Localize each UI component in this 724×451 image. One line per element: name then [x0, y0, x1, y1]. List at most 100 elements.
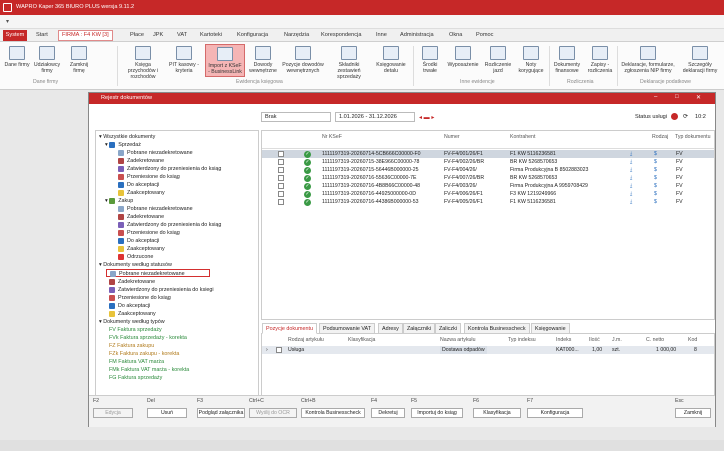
col-header-numer[interactable]: Numer: [444, 134, 460, 140]
dokumenty-finansowe-button[interactable]: Dokumenty finansowe: [551, 46, 583, 74]
udzialowcy-button[interactable]: Udziałowcy firmy: [33, 46, 61, 74]
table-row[interactable]: ✓ 1111197319-20260714-5CB666C00000-F0 FV-F…: [262, 150, 714, 158]
tab-zalaczniki[interactable]: Załączniki: [403, 323, 435, 334]
tree-item[interactable]: Przeniesione do ksiąg: [118, 173, 180, 181]
tree-item[interactable]: Przeniesione do ksiąg: [109, 294, 171, 302]
row-checkbox[interactable]: [278, 175, 284, 181]
tree-item[interactable]: Zatwierdzony do przeniesienia do ksiąg: [118, 221, 221, 229]
tree-item[interactable]: Pobrane niezadekretowane: [118, 205, 193, 213]
menu-administracja[interactable]: Administracja: [400, 32, 434, 38]
tree-statusy[interactable]: ▾ Dokumenty według statusów: [99, 261, 172, 269]
pozycje-dowodow-button[interactable]: Pozycje dowodów wewnętrznych: [281, 46, 325, 74]
wyposazenie-button[interactable]: Wyposażenie: [447, 46, 479, 68]
fkey-button[interactable]: Wyślij do OCR: [249, 408, 297, 418]
fkey-button[interactable]: Dekretuj: [371, 408, 405, 418]
tree-item-selected[interactable]: Pobrane niezadekretowane: [106, 269, 210, 277]
tree-item[interactable]: FMk Faktura VAT marża - korekta: [109, 366, 189, 374]
tree-item[interactable]: Pobrane niezadekretowane: [118, 149, 193, 157]
tree-zakup[interactable]: ▾ Zakup: [105, 197, 133, 205]
tree-typy[interactable]: ▾ Dokumenty według typów: [99, 318, 165, 326]
fkey-button[interactable]: Kontrola Businesscheck: [301, 408, 365, 418]
pos-header[interactable]: Ilość: [589, 337, 600, 343]
fkey-button[interactable]: Zamknij: [675, 408, 711, 418]
row-checkbox[interactable]: [278, 183, 284, 189]
maximize-icon[interactable]: □: [675, 94, 679, 100]
row-checkbox[interactable]: [278, 151, 284, 157]
tree-item[interactable]: Przeniesione do ksiąg: [118, 229, 180, 237]
fkey-button[interactable]: Klasyfikacja: [473, 408, 521, 418]
period-select[interactable]: 1.01.2026 - 31.12.2026: [335, 112, 415, 122]
tree-item[interactable]: FV Faktura sprzedaży: [109, 326, 162, 334]
tree-item[interactable]: FG Faktura sprzedaży: [109, 374, 162, 382]
skladniki-zestawien-button[interactable]: Składniki zestawień sprzedaży: [328, 46, 370, 80]
tree-item[interactable]: Zatwierdzony do przeniesienia do ksiąg: [118, 165, 221, 173]
tree-item[interactable]: Do akceptacji: [109, 302, 150, 310]
row-checkbox[interactable]: [278, 159, 284, 165]
dane-firmy-button[interactable]: Dane firmy: [4, 46, 30, 68]
tree-item[interactable]: FVk Faktura sprzedaży - korekta: [109, 334, 187, 342]
tree-item[interactable]: FZ Faktura zakupu: [109, 342, 154, 350]
filter-select[interactable]: Brak: [261, 112, 331, 122]
row-checkbox[interactable]: [276, 347, 282, 353]
col-header-kontrahent[interactable]: Kontrahent: [510, 134, 535, 140]
tab-zaliczki[interactable]: Zaliczki: [435, 323, 461, 334]
table-row[interactable]: ✓ 1111197319-20260716-44386B000000-53 FV-F…: [262, 198, 714, 206]
pit-kasowy-button[interactable]: PIT kasowy - kryteria: [166, 46, 202, 74]
pos-header[interactable]: Klasyfikacja: [348, 337, 375, 343]
kpir-button[interactable]: Księga przychodów i rozchodów: [124, 46, 162, 80]
row-checkbox[interactable]: [278, 191, 284, 197]
pos-header[interactable]: Indeks: [556, 337, 571, 343]
tree-item[interactable]: Zadekretowane: [118, 157, 164, 165]
fkey-button[interactable]: Usuń: [147, 408, 187, 418]
table-row[interactable]: ✓ 1111197319-20260715-56446B000000-25 FV-F…: [262, 166, 714, 174]
szczegoly-deklaracji-button[interactable]: Szczegóły deklaracji firmy: [679, 46, 721, 74]
refresh-icon[interactable]: ⟳: [683, 113, 688, 120]
table-row[interactable]: ✓ 1111197319-20260716-44925000000-0D FV-F4…: [262, 190, 714, 198]
tree-item[interactable]: Do akceptacji: [118, 237, 159, 245]
table-row[interactable]: ✓ 1111197319-20260716-55636C00000-7E FV-F4…: [262, 174, 714, 182]
period-nav-icon[interactable]: ◂ ▬ ▸: [419, 114, 434, 121]
fkey-button[interactable]: Konfiguracja: [527, 408, 583, 418]
tree-item[interactable]: Zatwierdzony do przeniesienia do ksiegi: [109, 286, 214, 294]
row-checkbox[interactable]: [278, 199, 284, 205]
tab-adresy[interactable]: Adresy: [378, 323, 403, 334]
fkey-button[interactable]: Edycja: [93, 408, 133, 418]
menu-start[interactable]: Start: [36, 32, 48, 38]
ksiegowanie-detalu-button[interactable]: Księgowanie detalu: [373, 46, 409, 74]
tree-root[interactable]: ▾ Wszystkie dokumenty: [99, 133, 155, 141]
tree-item[interactable]: Zaakceptowany: [118, 189, 165, 197]
menu-place[interactable]: Płace: [130, 32, 144, 38]
tree-item[interactable]: Do akceptacji: [118, 181, 159, 189]
noty-korygujace-button[interactable]: Noty korygujące: [516, 46, 546, 74]
menu-konfiguracja[interactable]: Konfiguracja: [237, 32, 268, 38]
pos-header[interactable]: C. netto: [646, 337, 664, 343]
tab-pozycje[interactable]: Pozycje dokumentu: [262, 323, 318, 334]
tree-item[interactable]: Zaakceptowany: [118, 245, 165, 253]
tree-item[interactable]: FZk Faktura zakupu - korekta: [109, 350, 179, 358]
fkey-button[interactable]: Importuj do ksiąg: [411, 408, 463, 418]
col-header-typ[interactable]: Typ dokumentu: [675, 134, 710, 140]
table-row[interactable]: ✓ 1111197319-20260715-38E966C00000-78 FV-F…: [262, 158, 714, 166]
tree-sprzedaz[interactable]: ▾ Sprzedaż: [105, 141, 141, 149]
fkey-button[interactable]: Podgląd załącznika: [197, 408, 245, 418]
tab-podsumowanie-vat[interactable]: Podsumowanie VAT: [319, 323, 376, 334]
tree-item[interactable]: FM Faktura VAT marża: [109, 358, 164, 366]
tree-item[interactable]: Odrzucone: [118, 253, 153, 261]
col-header-ksef[interactable]: Nr KSeF: [322, 134, 342, 140]
dowody-wewnetrzne-button[interactable]: Dowody wewnętrzne: [248, 46, 278, 74]
pos-header[interactable]: Kod: [688, 337, 697, 343]
deklaracje-button[interactable]: Deklaracje, formularze, zgłoszenia NIP f…: [619, 46, 677, 74]
close-icon[interactable]: ✕: [696, 94, 701, 101]
srodki-trwale-button[interactable]: Środki trwałe: [416, 46, 444, 74]
menu-okna[interactable]: Okna: [449, 32, 462, 38]
expand-icon[interactable]: ›: [266, 346, 268, 354]
pos-header[interactable]: Typ indeksu: [508, 337, 536, 343]
table-row[interactable]: ✓ 1111197319-20260716-4B8B66C00000-48 FV-F…: [262, 182, 714, 190]
tree-item[interactable]: Zadekretowane: [118, 213, 164, 221]
menu-inne[interactable]: Inne: [376, 32, 387, 38]
menu-firma[interactable]: FIRMA : F4 KW [3]: [58, 30, 113, 41]
tree-item[interactable]: Zaakceptowany: [109, 310, 156, 318]
import-ksef-button[interactable]: Import z KSeF - BusinessLink: [205, 44, 245, 77]
zamknij-firme-button[interactable]: Zamknij firmę: [64, 46, 94, 74]
menu-kartoteki[interactable]: Kartoteki: [200, 32, 222, 38]
